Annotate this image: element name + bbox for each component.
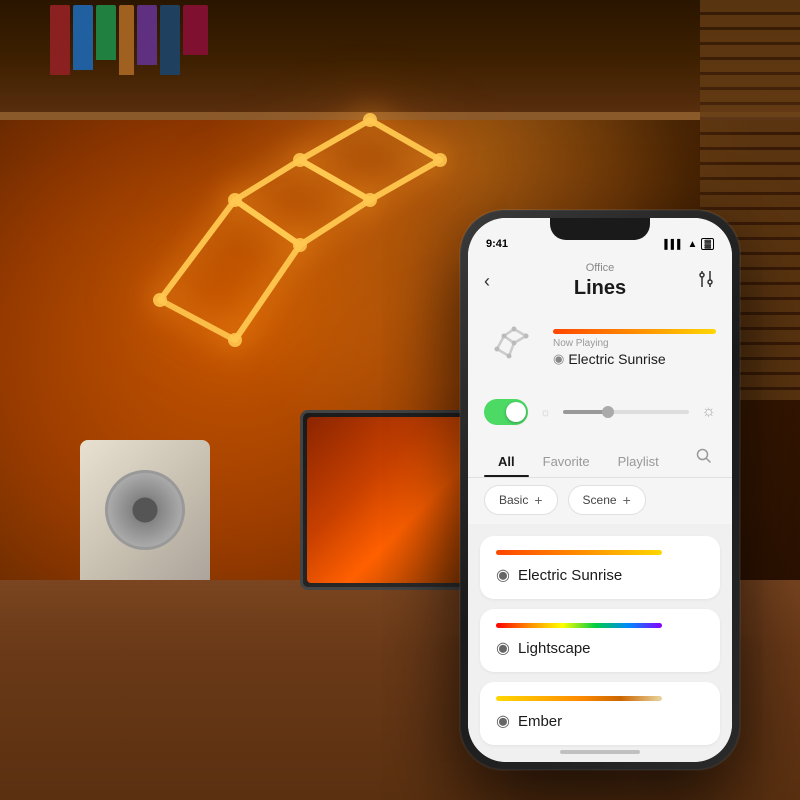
speaker	[80, 440, 210, 600]
back-button[interactable]: ‹	[484, 271, 490, 292]
phone-notch	[550, 218, 650, 240]
bookshelf	[50, 5, 208, 75]
book	[119, 5, 134, 75]
battery-icon: ▓	[701, 238, 714, 250]
categories-row: Basic + Scene +	[468, 480, 732, 520]
now-playing-effect: ◉ Electric Sunrise	[553, 351, 716, 367]
settings-button[interactable]	[696, 269, 716, 294]
effect-color-bar	[553, 329, 716, 334]
basic-plus: +	[534, 492, 542, 508]
toggle-knob	[506, 402, 526, 422]
book	[160, 5, 180, 75]
basic-label: Basic	[499, 493, 528, 507]
scene-plus: +	[623, 492, 631, 508]
lightscape-bar	[496, 623, 662, 628]
electric-sunrise-name: Electric Sunrise	[518, 567, 622, 584]
scene-card-bottom: ◉ Ember	[496, 711, 704, 731]
scene-category[interactable]: Scene +	[568, 485, 646, 515]
scene-drop-icon: ◉	[496, 638, 510, 658]
scene-card-bottom: ◉ Electric Sunrise	[496, 565, 704, 585]
header-center: Office Lines	[574, 262, 626, 299]
electric-sunrise-bar	[496, 550, 662, 555]
scene-card-lightscape[interactable]: ◉ Lightscape	[480, 609, 720, 672]
status-time: 9:41	[486, 238, 508, 250]
now-playing-label: Now Playing	[553, 338, 716, 349]
book	[137, 5, 157, 65]
signal-icon: ▌▌▌	[664, 239, 683, 249]
tab-all[interactable]: All	[484, 446, 529, 477]
tab-playlist[interactable]: Playlist	[604, 446, 673, 477]
status-icons: ▌▌▌ ▲ ▓	[664, 238, 714, 250]
wifi-icon: ▲	[688, 239, 698, 250]
ember-bar	[496, 696, 662, 701]
lightscape-name: Lightscape	[518, 640, 591, 657]
app-header: ‹ Office Lines	[468, 254, 732, 308]
book	[50, 5, 70, 75]
home-indicator	[560, 750, 640, 754]
power-toggle[interactable]	[484, 399, 528, 425]
speaker-grill	[105, 470, 185, 550]
phone-outer: 9:41 ▌▌▌ ▲ ▓ ‹ Office Lines	[460, 210, 740, 770]
controls-row: ☼ ☼	[468, 390, 732, 434]
brightness-slider[interactable]	[563, 410, 689, 414]
scene-drop-icon: ◉	[496, 711, 510, 731]
phone-screen: 9:41 ▌▌▌ ▲ ▓ ‹ Office Lines	[468, 218, 732, 762]
scene-drop-icon: ◉	[496, 565, 510, 585]
brightness-high-icon: ☼	[701, 403, 716, 421]
effect-name: Electric Sunrise	[568, 351, 665, 367]
book	[96, 5, 116, 60]
scene-card-bottom: ◉ Lightscape	[496, 638, 704, 658]
scene-label: Scene	[583, 493, 617, 507]
drop-icon: ◉	[553, 351, 564, 367]
now-playing-info: Now Playing ◉ Electric Sunrise	[553, 329, 716, 367]
ember-name: Ember	[518, 713, 562, 730]
search-button[interactable]	[692, 440, 716, 477]
now-playing-section: Now Playing ◉ Electric Sunrise	[468, 308, 732, 388]
tabs-row: All Favorite Playlist	[468, 434, 732, 478]
scene-card-electric-sunrise[interactable]: ◉ Electric Sunrise	[480, 536, 720, 599]
brightness-low-icon: ☼	[540, 405, 551, 419]
scene-card-ember[interactable]: ◉ Ember	[480, 682, 720, 745]
book	[73, 5, 93, 70]
book	[183, 5, 208, 55]
scenes-list: ◉ Electric Sunrise ◉ Lightscape	[468, 524, 732, 762]
phone: 9:41 ▌▌▌ ▲ ▓ ‹ Office Lines	[460, 210, 740, 770]
header-title: Lines	[574, 276, 626, 300]
basic-category[interactable]: Basic +	[484, 485, 558, 515]
tab-favorite[interactable]: Favorite	[529, 446, 604, 477]
header-subtitle: Office	[574, 262, 626, 275]
device-icon	[484, 321, 539, 376]
